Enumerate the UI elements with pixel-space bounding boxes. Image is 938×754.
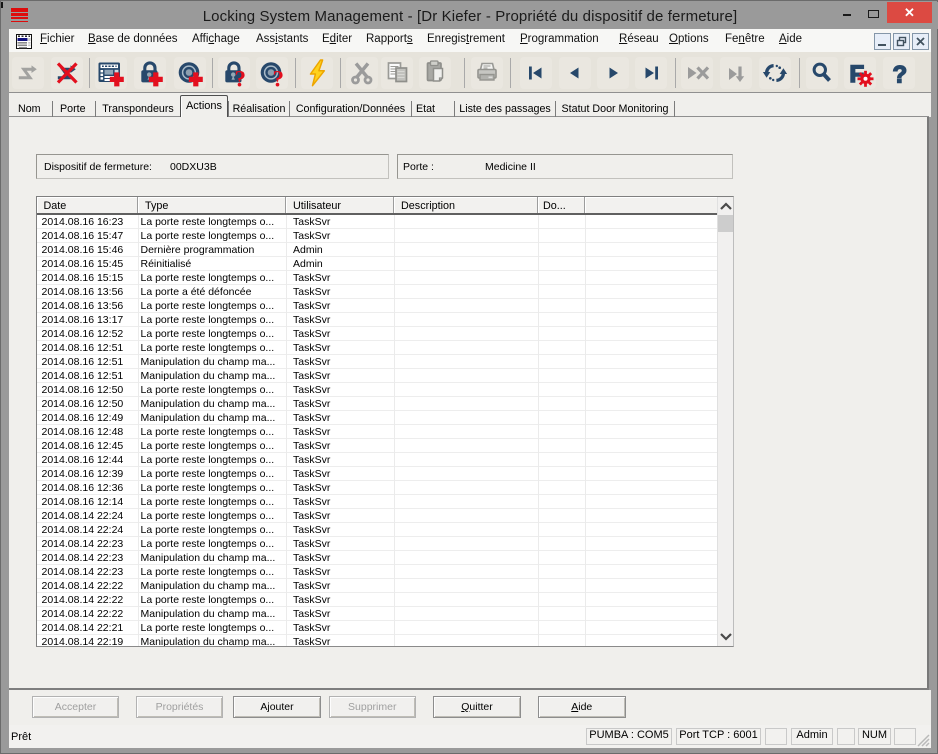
svg-text:?: ? [235,67,247,90]
svg-text:?: ? [273,67,285,90]
svg-text:?: ? [893,62,908,89]
